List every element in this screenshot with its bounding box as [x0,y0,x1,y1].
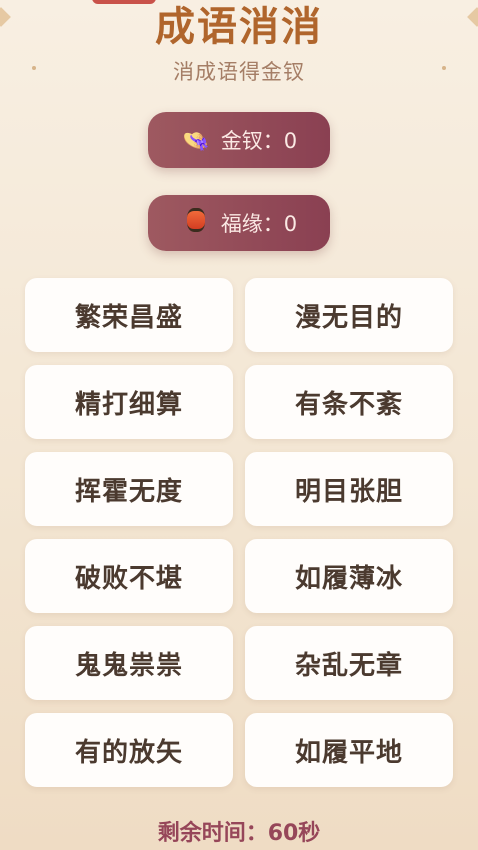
gold-hairpin-counter: 👒 金钗：0 [148,112,330,168]
idiom-card[interactable]: 明目张胆 [245,452,453,526]
lantern-icon [181,208,211,238]
remaining-time: 剩余时间：60秒 [157,821,321,846]
idiom-card[interactable]: 繁荣昌盛 [25,278,233,352]
idiom-card[interactable]: 杂乱无章 [245,626,453,700]
idiom-card[interactable]: 有条不紊 [245,365,453,439]
fortune-counter-label: 福缘：0 [220,212,298,236]
idiom-card-grid: 繁荣昌盛 漫无目的 精打细算 有条不紊 挥霍无度 明目张胆 破败不堪 如履薄冰 … [25,278,453,787]
gold-counter-label: 金钗：0 [220,129,298,153]
idiom-card[interactable]: 破败不堪 [25,539,233,613]
idiom-card[interactable]: 漫无目的 [245,278,453,352]
game-subtitle: 消成语得金钗 [173,60,305,84]
hat-icon: 👒 [182,129,210,154]
fortune-counter: 福缘：0 [148,195,330,251]
idiom-card[interactable]: 如履平地 [245,713,453,787]
idiom-card[interactable]: 精打细算 [25,365,233,439]
idiom-card[interactable]: 鬼鬼祟祟 [25,626,233,700]
idiom-card[interactable]: 挥霍无度 [25,452,233,526]
idiom-card[interactable]: 如履薄冰 [245,539,453,613]
game-title: 成语消消 [155,4,323,50]
idiom-card[interactable]: 有的放矢 [25,713,233,787]
